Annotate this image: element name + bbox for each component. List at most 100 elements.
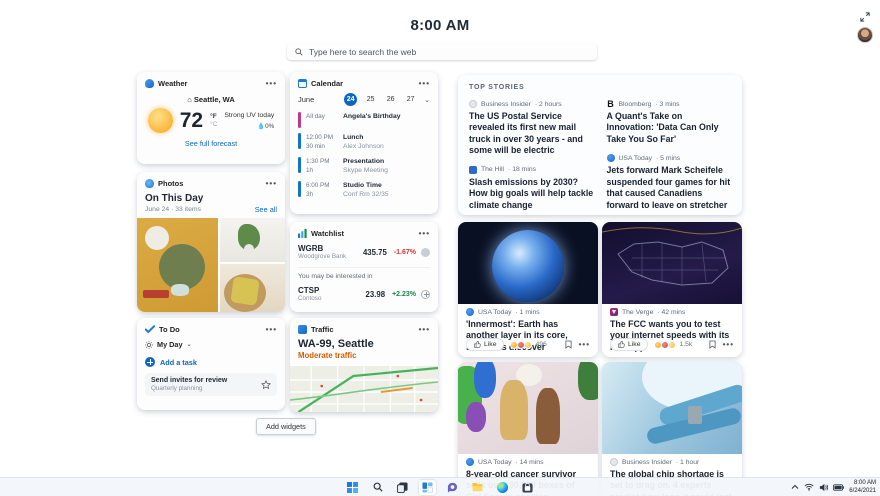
more-options-icon[interactable]: ••• [266,328,277,332]
photo-thumbnail[interactable] [137,218,218,312]
taskbar-search-icon[interactable] [369,480,386,495]
start-button[interactable] [344,480,361,495]
weather-title: Weather [158,79,187,88]
more-options-icon[interactable]: ••• [419,232,430,236]
article-image-us-map [602,222,742,304]
more-options-icon[interactable]: ••• [266,182,277,186]
tray-clock[interactable]: 8:00 AM 6/24/2021 [849,479,876,495]
weather-condition: Strong UV today [224,111,274,121]
news-card[interactable]: USA Today14 mins 8-year-old cancer survi… [458,362,598,496]
calendar-month: June [298,95,337,104]
calendar-day-selected[interactable]: 24 [344,93,357,106]
calendar-title: Calendar [311,79,343,88]
more-options-icon[interactable]: ••• [419,328,430,332]
traffic-widget[interactable]: Traffic ••• WA-99, Seattle Moderate traf… [290,318,438,412]
store-icon[interactable] [519,480,536,495]
chat-icon[interactable] [444,480,461,495]
like-button[interactable]: Like [610,338,648,351]
traffic-title: Traffic [311,325,334,334]
web-search-bar[interactable] [287,43,597,60]
calendar-day[interactable]: 25 [364,93,377,106]
chevron-down-icon[interactable]: ⌄ [424,96,430,104]
calendar-event[interactable]: 1:30 PM1h PresentationSkype Meeting [298,157,430,175]
business-insider-favicon [469,100,477,108]
news-story[interactable]: BBloomberg3 mins A Quant's Take on Innov… [607,100,732,145]
reaction-count[interactable]: 1.5k [654,341,692,349]
see-full-forecast-link[interactable]: See full forecast [145,139,277,148]
todo-widget[interactable]: To Do ••• My Day ⌄ Add a task Send invit… [137,318,285,410]
task-view-icon[interactable] [394,480,411,495]
stock-remove-icon[interactable] [421,248,430,257]
news-card[interactable]: Business Insider1 hour The global chip s… [602,362,742,496]
widgets-dashboard: 8:00 AM Weather ••• ⌂ Seattle, WA 72 °F [0,0,880,496]
photos-icon [145,179,154,188]
calendar-day[interactable]: 27 [404,93,417,106]
file-explorer-icon[interactable] [469,480,486,495]
star-icon[interactable] [261,380,271,390]
calendar-day[interactable]: 26 [384,93,397,106]
photo-thumbnail[interactable] [220,264,285,312]
the-hill-favicon [469,166,477,174]
event-color-bar [298,133,301,149]
tray-chevron-up-icon[interactable] [791,484,799,490]
unit-fahrenheit[interactable]: °F [210,113,217,121]
traffic-icon [298,325,307,334]
more-options-icon[interactable]: ••• [419,82,430,86]
like-button[interactable]: Like [466,338,504,351]
calendar-widget[interactable]: Calendar ••• June 24 25 26 27 ⌄ All day … [290,72,438,214]
bloomberg-favicon: B [607,100,615,108]
news-card[interactable]: The Verge42 mins The FCC wants you to te… [602,222,742,357]
weather-icon [145,79,154,88]
my-day-selector[interactable]: My Day ⌄ [145,340,277,349]
user-avatar[interactable] [857,27,873,43]
watchlist-icon [298,229,307,238]
stock-row[interactable]: CTSPContoso 23.98 +2.23% [298,286,430,302]
stock-change: +2.23% [392,291,416,298]
event-color-bar [298,157,301,173]
todo-icon [145,325,155,334]
stock-add-icon[interactable] [421,290,430,299]
search-input[interactable] [309,47,589,57]
volume-icon[interactable] [819,483,828,492]
traffic-map [290,366,438,412]
bookmark-icon[interactable] [565,340,572,349]
news-card[interactable]: USA Today1 mins 'Innermost': Earth has a… [458,222,598,357]
board-time: 8:00 AM [0,17,880,34]
plus-icon [145,357,155,367]
add-task-button[interactable]: Add a task [145,357,277,367]
calendar-event[interactable]: 12:00 PM30 min LunchAlex Johnson [298,133,430,151]
photos-subheading: June 24 · 33 items [145,206,201,213]
news-story[interactable]: Business Insider2 hours The US Postal Se… [469,100,594,157]
unit-celsius[interactable]: °C [210,121,217,129]
article-image-earth [458,222,598,304]
calendar-event[interactable]: 6:00 PM3h Studio TimeConf Rm 32/35 [298,181,430,199]
task-subtitle: Quarterly planning [151,385,261,392]
reaction-count[interactable]: 496 [510,341,546,349]
business-insider-favicon [610,458,618,466]
interest-label: You may be interested in [298,267,430,280]
photos-heading: On This Day [145,193,277,204]
edge-icon[interactable] [494,480,511,495]
watchlist-widget[interactable]: Watchlist ••• WGRBWoodgrove Bank 435.75 … [290,222,438,312]
bookmark-icon[interactable] [709,340,716,349]
wifi-icon[interactable] [804,483,814,491]
news-story[interactable]: The Hill18 mins Slash emissions by 2030?… [469,166,594,211]
expand-icon[interactable] [860,12,870,22]
more-options-icon[interactable]: ••• [266,82,277,86]
stock-row[interactable]: WGRBWoodgrove Bank 435.75 -1.67% [298,244,430,260]
photos-widget[interactable]: Photos ••• On This Day June 24 · 33 item… [137,172,285,312]
battery-icon[interactable] [833,484,844,491]
taskbar: 8:00 AM 6/24/2021 [0,477,880,496]
calendar-event[interactable]: All day Angela's Birthday [298,112,430,128]
more-options-icon[interactable]: ••• [579,343,590,347]
weather-widget[interactable]: Weather ••• ⌂ Seattle, WA 72 °F °C Stron… [137,72,285,164]
more-options-icon[interactable]: ••• [723,343,734,347]
news-story[interactable]: USA Today5 mins Jets forward Mark Scheif… [607,154,732,211]
see-all-link[interactable]: See all [255,205,277,214]
task-item[interactable]: Send invites for review Quarterly planni… [145,373,277,396]
widgets-icon[interactable] [419,480,436,495]
the-verge-favicon [610,308,618,316]
photo-thumbnail[interactable] [220,218,285,262]
usa-today-favicon [466,308,474,316]
add-widgets-button[interactable]: Add widgets [256,418,316,435]
